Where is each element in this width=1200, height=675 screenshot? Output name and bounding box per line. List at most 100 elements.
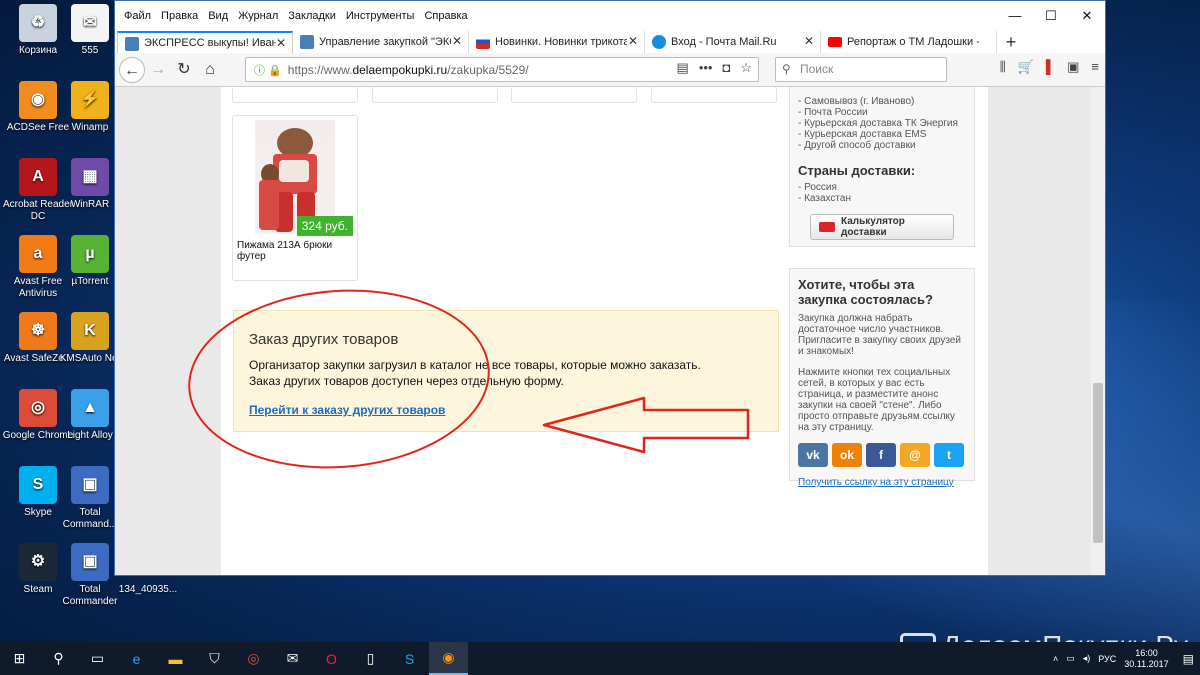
folder-icon: ✉ [71, 4, 109, 42]
taskbar: ⊞ ⚲ ▭ e ▬ ⛉ ◎ ✉ O ▯ S ◉ ˄ ▭ ◂) РУС 16:00… [0, 642, 1200, 675]
forward-button[interactable]: → [145, 57, 171, 83]
page-scrollbar[interactable] [1091, 87, 1105, 575]
tab-title: Управление закупкой "ЭКСП [319, 36, 451, 48]
close-tab-icon[interactable]: ✕ [628, 34, 638, 48]
product-name[interactable]: Пижама 213А брюки футер [237, 240, 357, 262]
invite-text-2: Нажмите кнопки тех социальных сетей, в к… [798, 367, 956, 433]
navigation-toolbar: ← → ↻ ⌂ ⓘ 🔒 https://www.delaempokupki.ru… [115, 53, 1105, 87]
product-card[interactable] [511, 87, 637, 103]
search-icon: ⚲ [782, 62, 791, 76]
hamburger-menu-icon[interactable]: ≡ [1091, 59, 1099, 75]
close-tab-icon[interactable]: ✕ [452, 34, 462, 48]
tab-manage[interactable]: Управление закупкой "ЭКСП ✕ [293, 31, 469, 53]
edge-icon[interactable]: e [117, 642, 156, 675]
start-button[interactable]: ⊞ [0, 642, 39, 675]
scrollbar-thumb[interactable] [1093, 383, 1103, 543]
mail-icon[interactable]: ✉ [273, 642, 312, 675]
menu-help[interactable]: Справка [419, 10, 472, 22]
twitter-icon[interactable]: t [934, 443, 964, 467]
tab-novinki[interactable]: Новинки. Новинки трикотаж ✕ [469, 31, 645, 53]
tab-title: Вход - Почта Mail.Ru [671, 36, 777, 48]
youtube-favicon-icon [828, 37, 842, 47]
cart-icon[interactable]: 🛒 [1018, 59, 1034, 75]
close-window-button[interactable]: ✕ [1069, 1, 1105, 31]
tab-title: ЭКСПРЕСС выкупы! Ивановск [144, 37, 276, 49]
language-indicator[interactable]: РУС [1094, 654, 1120, 664]
truck-icon [819, 222, 835, 232]
tray-chevron-icon[interactable]: ˄ [1049, 654, 1062, 664]
menu-history[interactable]: Журнал [233, 10, 283, 22]
document-icon[interactable]: ▯ [351, 642, 390, 675]
delivery-countries-list: - Россия - Казахстан [798, 182, 851, 204]
reload-button[interactable]: ↻ [171, 57, 197, 83]
home-button[interactable]: ⌂ [197, 57, 223, 83]
volume-icon[interactable]: ◂) [1079, 653, 1095, 664]
kmsauto-icon: K [71, 312, 109, 350]
opera-icon[interactable]: O [312, 642, 351, 675]
menu-bookmarks[interactable]: Закладки [283, 10, 341, 22]
invite-friends-box: Хотите, чтобы эта закупка состоялась? За… [789, 268, 975, 488]
winamp-icon: ⚡ [71, 81, 109, 119]
firefox-icon[interactable]: ◉ [429, 642, 468, 675]
minimize-button[interactable]: — [997, 1, 1033, 31]
delivery-calculator-button[interactable]: Калькулятор доставки [810, 214, 954, 240]
bookmark-star-icon[interactable]: ☆ [740, 60, 752, 76]
vk-icon[interactable]: vk [798, 443, 828, 467]
file-explorer-icon[interactable]: ▬ [156, 642, 195, 675]
facebook-icon[interactable]: f [866, 443, 896, 467]
tab-youtube[interactable]: Репортаж о ТМ Ладошки - Yo [821, 31, 997, 53]
russia-flag-icon [476, 35, 490, 49]
social-share-buttons: vk ok f @ t [798, 443, 966, 467]
menu-edit[interactable]: Правка [156, 10, 203, 22]
store-icon[interactable]: ⛉ [195, 642, 234, 675]
back-button[interactable]: ← [119, 56, 145, 83]
lock-icon: ⓘ 🔒 [254, 64, 282, 77]
tab-title: Репортаж о ТМ Ладошки - Yo [847, 36, 979, 48]
clock[interactable]: 16:00 30.11.2017 [1120, 648, 1176, 670]
get-page-link[interactable]: Получить ссылку на эту страницу [798, 477, 966, 488]
delivery-methods-list: - Самовывоз (г. Иваново) - Почта России … [798, 96, 958, 151]
desktop-icon-label: 134_40935... [118, 584, 178, 595]
product-card[interactable] [651, 87, 777, 103]
delivery-countries-title: Страны доставки: [798, 163, 916, 178]
close-tab-icon[interactable]: ✕ [804, 34, 814, 48]
tab-express[interactable]: ЭКСПРЕСС выкупы! Ивановск ✕ [117, 31, 293, 53]
total-commander-icon: ▣ [71, 543, 109, 581]
skype-icon[interactable]: S [390, 642, 429, 675]
address-bar[interactable]: ⓘ 🔒 https://www.delaempokupki.ru/zakupka… [245, 57, 759, 82]
menu-file[interactable]: Файл [119, 10, 156, 22]
site-favicon-icon [125, 37, 139, 51]
reader-view-icon[interactable]: ▤ [677, 60, 689, 76]
new-tab-button[interactable]: + [997, 31, 1025, 53]
invite-title: Хотите, чтобы эта закупка состоялась? [798, 277, 933, 307]
library-icon[interactable]: ⫼ [1000, 59, 1006, 75]
menu-bar: Файл Правка Вид Журнал Закладки Инструме… [115, 1, 1105, 31]
search-input[interactable]: ⚲ Поиск [775, 57, 947, 82]
odnoklassniki-icon[interactable]: ok [832, 443, 862, 467]
addon-icon[interactable]: ▌ [1046, 59, 1055, 75]
close-tab-icon[interactable]: ✕ [276, 36, 286, 50]
firefox-window: Файл Правка Вид Журнал Закладки Инструме… [114, 0, 1106, 576]
light-alloy-icon: ▲ [71, 389, 109, 427]
page-actions-icon[interactable]: ••• [699, 60, 713, 76]
mailru-icon[interactable]: @ [900, 443, 930, 467]
notifications-icon[interactable]: ▤ [1177, 652, 1200, 666]
network-icon[interactable]: ▭ [1062, 653, 1079, 664]
search-icon[interactable]: ⚲ [39, 642, 78, 675]
total-commander-icon: ▣ [71, 466, 109, 504]
product-card[interactable]: 324 руб. Пижама 213А брюки футер [232, 115, 358, 281]
site-favicon-icon [300, 35, 314, 49]
product-card[interactable] [372, 87, 498, 103]
delivery-info-box: - Самовывоз (г. Иваново) - Почта России … [789, 87, 975, 247]
menu-tools[interactable]: Инструменты [341, 10, 420, 22]
chrome-icon[interactable]: ◎ [234, 642, 273, 675]
product-price: 324 руб. [296, 216, 353, 236]
product-card[interactable] [232, 87, 358, 103]
pocket-icon[interactable]: ◘ [722, 60, 730, 76]
menu-view[interactable]: Вид [203, 10, 233, 22]
annotation-arrow [542, 396, 750, 454]
sidebar-icon[interactable]: ▣ [1067, 59, 1079, 75]
maximize-button[interactable]: ☐ [1033, 1, 1069, 31]
task-view-icon[interactable]: ▭ [78, 642, 117, 675]
tab-mail[interactable]: Вход - Почта Mail.Ru ✕ [645, 31, 821, 53]
